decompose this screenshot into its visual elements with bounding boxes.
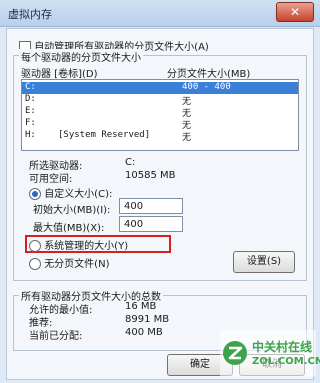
no-paging-option[interactable]: 无分页文件(N) bbox=[29, 255, 109, 270]
close-button[interactable]: ✕ bbox=[276, 2, 314, 22]
initial-size-value: 400 bbox=[124, 201, 144, 212]
system-managed-option[interactable]: 系统管理的大小(Y) bbox=[29, 237, 128, 252]
initial-size-label: 初始大小(MB)(I): bbox=[33, 205, 111, 216]
drive-label: [System Reserved] bbox=[58, 130, 151, 140]
drive-letter: H: bbox=[25, 130, 36, 140]
selected-drive-value: C: bbox=[125, 157, 136, 168]
custom-size-radio[interactable] bbox=[29, 188, 41, 200]
system-managed-radio[interactable] bbox=[29, 240, 41, 252]
paging-size: 400 - 400 bbox=[182, 82, 231, 92]
list-item-drive-d[interactable]: D: 无 bbox=[22, 94, 298, 107]
max-size-label: 最大值(MB)(X): bbox=[33, 223, 105, 234]
initial-size-input[interactable]: 400 bbox=[119, 198, 183, 214]
per-drive-group-title: 每个驱动器的分页文件大小 bbox=[19, 49, 143, 64]
drive-letter: E: bbox=[25, 106, 36, 116]
free-space-value: 10585 MB bbox=[125, 170, 176, 181]
drive-letter: C: bbox=[25, 82, 36, 92]
ok-button-label: 确定 bbox=[190, 359, 210, 370]
no-paging-radio[interactable] bbox=[29, 258, 41, 270]
watermark: 中关村在线 ZOL.COM.CN bbox=[220, 330, 320, 376]
no-paging-label: 无分页文件(N) bbox=[44, 259, 110, 270]
allocated-value: 400 MB bbox=[125, 327, 163, 338]
window-title: 虚拟内存 bbox=[8, 8, 52, 21]
system-managed-label: 系统管理的大小(Y) bbox=[44, 241, 129, 252]
dialog-body: 自动管理所有驱动器的分页文件大小(A) 每个驱动器的分页文件大小 驱动器 [卷标… bbox=[6, 28, 314, 380]
free-space-label: 可用空间: bbox=[29, 174, 73, 185]
zol-logo-icon bbox=[223, 341, 247, 365]
title-bar: 虚拟内存 ✕ bbox=[0, 0, 320, 27]
watermark-cn-text: 中关村在线 bbox=[252, 340, 313, 354]
max-size-input[interactable]: 400 bbox=[119, 216, 183, 232]
min-allowed-value: 16 MB bbox=[125, 301, 157, 312]
drive-letter: F: bbox=[25, 118, 36, 128]
close-icon: ✕ bbox=[289, 5, 301, 19]
set-button-label: 设置(S) bbox=[246, 256, 282, 267]
column-drive-header: 驱动器 [卷标](D) bbox=[21, 69, 98, 80]
list-item-drive-h[interactable]: H: [System Reserved] 无 bbox=[22, 130, 298, 143]
custom-size-option[interactable]: 自定义大小(C): bbox=[29, 185, 112, 200]
set-button[interactable]: 设置(S) bbox=[233, 251, 295, 273]
recommended-value: 8991 MB bbox=[125, 314, 170, 325]
drive-letter: D: bbox=[25, 94, 36, 104]
max-size-value: 400 bbox=[124, 219, 144, 230]
list-item-drive-f[interactable]: F: 无 bbox=[22, 118, 298, 131]
paging-size: 无 bbox=[182, 133, 192, 143]
drive-list[interactable]: C: 400 - 400 D: 无 E: 无 F: 无 H: [System R… bbox=[21, 79, 299, 151]
allocated-label: 当前已分配: bbox=[29, 331, 83, 342]
list-item-drive-e[interactable]: E: 无 bbox=[22, 106, 298, 119]
column-size-header: 分页文件大小(MB) bbox=[167, 69, 251, 80]
list-item-drive-c[interactable]: C: 400 - 400 bbox=[22, 82, 298, 94]
custom-size-label: 自定义大小(C): bbox=[44, 189, 113, 200]
watermark-domain-text: ZOL.COM.CN bbox=[252, 356, 320, 367]
